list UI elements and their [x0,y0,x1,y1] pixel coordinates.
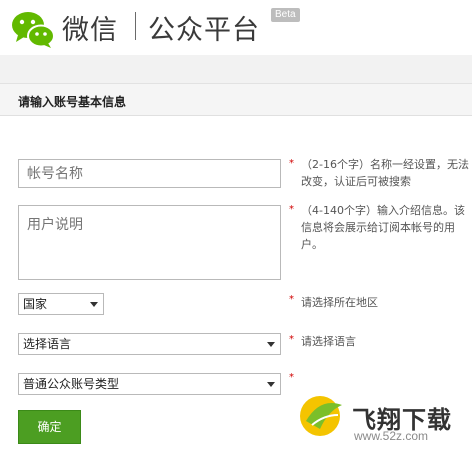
header-band [0,55,472,83]
brand-divider [135,12,136,40]
account-type-select[interactable]: 普通公众账号类型 [18,373,281,395]
language-select[interactable]: 选择语言 [18,333,281,355]
chevron-down-icon [267,382,275,387]
required-mark-type: * [289,372,294,383]
region-hint: 请选择所在地区 [301,296,378,309]
user-description-input[interactable] [18,205,281,280]
form-panel-header: 请输入账号基本信息 [0,83,472,116]
chevron-down-icon [267,342,275,347]
chevron-down-icon [90,302,98,307]
language-select-value: 选择语言 [23,337,72,351]
beta-badge: Beta [271,8,300,22]
watermark-url: www.52z.com [354,429,429,443]
account-type-select-value: 普通公众账号类型 [23,377,120,391]
country-select[interactable]: 国家 [18,293,104,315]
panel-title: 请输入账号基本信息 [18,95,127,109]
country-select-value: 国家 [23,297,48,311]
account-name-hint: （2-16个字）名称一经设置，无法改变，认证后可被搜索 [301,158,469,188]
description-hint: （4-140个字）输入介绍信息。该信息将会展示给订阅本帐号的用户。 [301,204,465,251]
account-name-input[interactable] [18,159,281,188]
top-header: 微信 公众平台 Beta [0,0,472,55]
wechat-logo-icon [12,12,55,48]
required-mark-name: * [289,158,294,169]
confirm-button[interactable]: 确定 [18,410,81,444]
required-mark-description: * [289,204,294,215]
required-mark-language: * [289,334,294,345]
brand-wechat-text: 微信 [62,15,118,46]
language-hint: 请选择语言 [301,335,356,348]
brand-platform-text: 公众平台 [148,15,260,46]
required-mark-region: * [289,294,294,305]
